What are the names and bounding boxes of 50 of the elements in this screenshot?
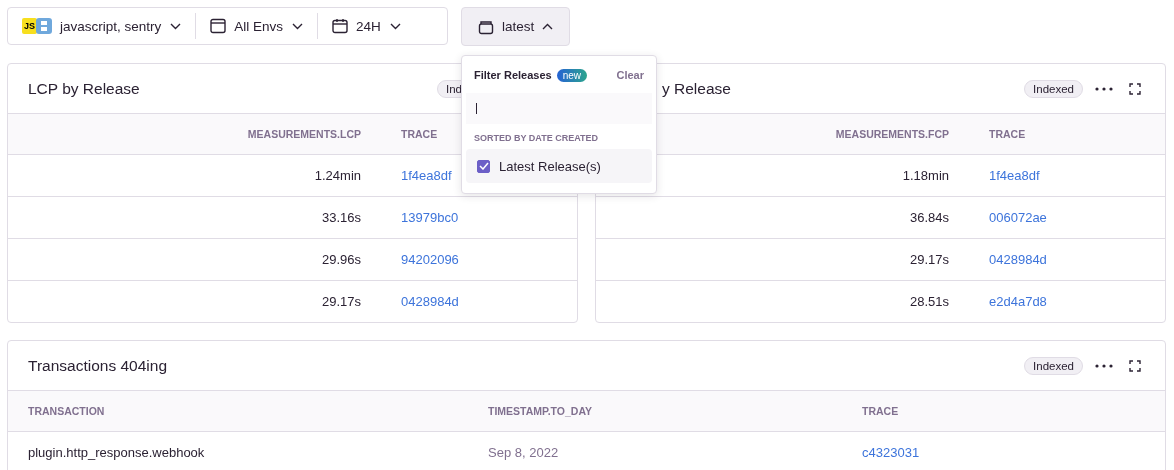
column-header: TIMESTAMP.TO_DAY <box>488 405 593 417</box>
trace-link[interactable]: 006072ae <box>989 210 1047 225</box>
indexed-badge: Indexed <box>1024 79 1083 98</box>
column-header: TRACE <box>401 128 438 140</box>
table-cell: 1.18min <box>902 168 949 183</box>
table-cell: 1.24min <box>314 168 361 183</box>
trace-link[interactable]: e2d4a7d8 <box>989 294 1047 309</box>
new-badge: new <box>556 68 587 82</box>
table-cell: 29.17s <box>909 252 949 267</box>
chevron-icon <box>542 23 554 30</box>
trace-link[interactable]: 1f4ea8df <box>989 168 1040 183</box>
chevron-down-icon <box>292 22 304 30</box>
filter-button[interactable]: JS javascript, sentry <box>8 13 196 39</box>
table-cell: 36.84s <box>909 210 949 225</box>
indexed-badge: Indexed <box>1024 356 1083 375</box>
column-header: TRACE <box>862 405 899 417</box>
archive-icon <box>478 18 494 35</box>
text-cursor-icon <box>476 103 477 114</box>
release-button[interactable]: latest <box>461 7 571 46</box>
widget-title: Transactions 404ing <box>28 356 167 375</box>
column-header: TRACE <box>989 128 1026 140</box>
trace-link[interactable]: 94202096 <box>401 252 459 267</box>
column-header: MEASUREMENTS.LCP <box>247 128 361 140</box>
filter-button[interactable]: 24H <box>317 13 415 39</box>
table-cell: 29.96s <box>321 252 361 267</box>
table-cell: Sep 8, 2022 <box>488 445 559 460</box>
trace-link[interactable]: 1f4ea8df <box>401 168 452 183</box>
filter-button[interactable]: All Envs <box>195 13 318 39</box>
widget-title: y Release <box>661 79 731 98</box>
menu-title: Filter Releases <box>474 69 552 81</box>
column-header: MEASUREMENTS.FCP <box>835 128 949 140</box>
table-cell: 33.16s <box>321 210 361 225</box>
table-cell: 28.51s <box>909 294 949 309</box>
column-header: TRANSACTION <box>28 405 105 417</box>
clear-button[interactable]: Clear <box>616 69 644 81</box>
search-field[interactable] <box>466 93 652 124</box>
checkbox[interactable] <box>477 159 490 173</box>
menu-option[interactable]: Latest Release(s) <box>466 149 652 183</box>
trace-link[interactable]: c4323031 <box>862 445 920 460</box>
trace-link[interactable]: 0428984d <box>989 252 1047 267</box>
calendar-icon <box>332 18 349 34</box>
trace-link[interactable]: 13979bc0 <box>401 210 459 225</box>
chevron-down-icon <box>389 22 401 30</box>
chevron-down-icon <box>170 22 182 30</box>
trace-link[interactable]: 0428984d <box>401 294 459 309</box>
section-label: SORTED BY DATE CREATED <box>473 132 599 143</box>
table-cell: plugin.http_response.webhook <box>28 445 205 460</box>
widget-title: LCP by Release <box>28 79 140 98</box>
window-icon <box>210 18 227 34</box>
table-cell: 29.17s <box>321 294 361 309</box>
